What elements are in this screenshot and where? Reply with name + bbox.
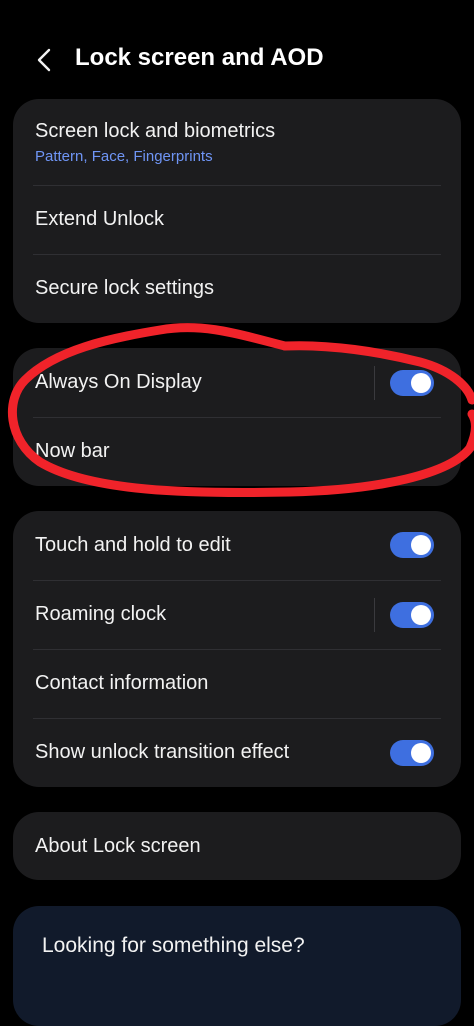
roaming-clock-row[interactable]: Roaming clock <box>13 581 461 649</box>
always-on-display-label: Always On Display <box>35 371 202 393</box>
touch-hold-label: Touch and hold to edit <box>35 534 231 556</box>
toggle-knob <box>411 373 431 393</box>
app-header: Lock screen and AOD <box>0 30 474 92</box>
row-separator <box>374 598 375 632</box>
toggle-knob <box>411 743 431 763</box>
screen-lock-label: Screen lock and biometrics <box>35 120 276 142</box>
about-lock-screen-row[interactable]: About Lock screen <box>13 812 461 880</box>
contact-information-label: Contact information <box>35 672 209 694</box>
display-card: Always On Display Now bar <box>13 348 461 486</box>
secure-lock-row[interactable]: Secure lock settings <box>13 255 461 323</box>
always-on-display-row[interactable]: Always On Display <box>13 348 461 417</box>
page-title: Lock screen and AOD <box>75 44 324 71</box>
suggestions-title: Looking for something else? <box>42 934 305 957</box>
now-bar-row[interactable]: Now bar <box>13 418 461 486</box>
screen-lock-summary: Pattern, Face, Fingerprints <box>35 148 213 165</box>
unlock-transition-label: Show unlock transition effect <box>35 741 290 763</box>
roaming-clock-toggle[interactable] <box>390 602 434 628</box>
touch-hold-toggle[interactable] <box>390 532 434 558</box>
always-on-display-toggle[interactable] <box>390 370 434 396</box>
now-bar-label: Now bar <box>35 440 110 462</box>
toggle-knob <box>411 605 431 625</box>
options-card: Touch and hold to edit Roaming clock Con… <box>13 511 461 787</box>
back-button[interactable] <box>26 42 62 78</box>
extend-unlock-label: Extend Unlock <box>35 208 164 230</box>
extend-unlock-row[interactable]: Extend Unlock <box>13 186 461 254</box>
secure-lock-label: Secure lock settings <box>35 277 214 299</box>
about-lock-screen-label: About Lock screen <box>35 835 201 857</box>
security-card: Screen lock and biometrics Pattern, Face… <box>13 99 461 323</box>
touch-hold-row[interactable]: Touch and hold to edit <box>13 511 461 580</box>
unlock-transition-row[interactable]: Show unlock transition effect <box>13 719 461 787</box>
suggestions-card: Looking for something else? <box>13 906 461 1026</box>
chevron-left-icon <box>37 48 51 72</box>
screen-lock-row[interactable]: Screen lock and biometrics Pattern, Face… <box>13 99 461 185</box>
toggle-knob <box>411 535 431 555</box>
roaming-clock-label: Roaming clock <box>35 603 167 625</box>
unlock-transition-toggle[interactable] <box>390 740 434 766</box>
contact-information-row[interactable]: Contact information <box>13 650 461 718</box>
about-card: About Lock screen <box>13 812 461 880</box>
row-separator <box>374 366 375 400</box>
